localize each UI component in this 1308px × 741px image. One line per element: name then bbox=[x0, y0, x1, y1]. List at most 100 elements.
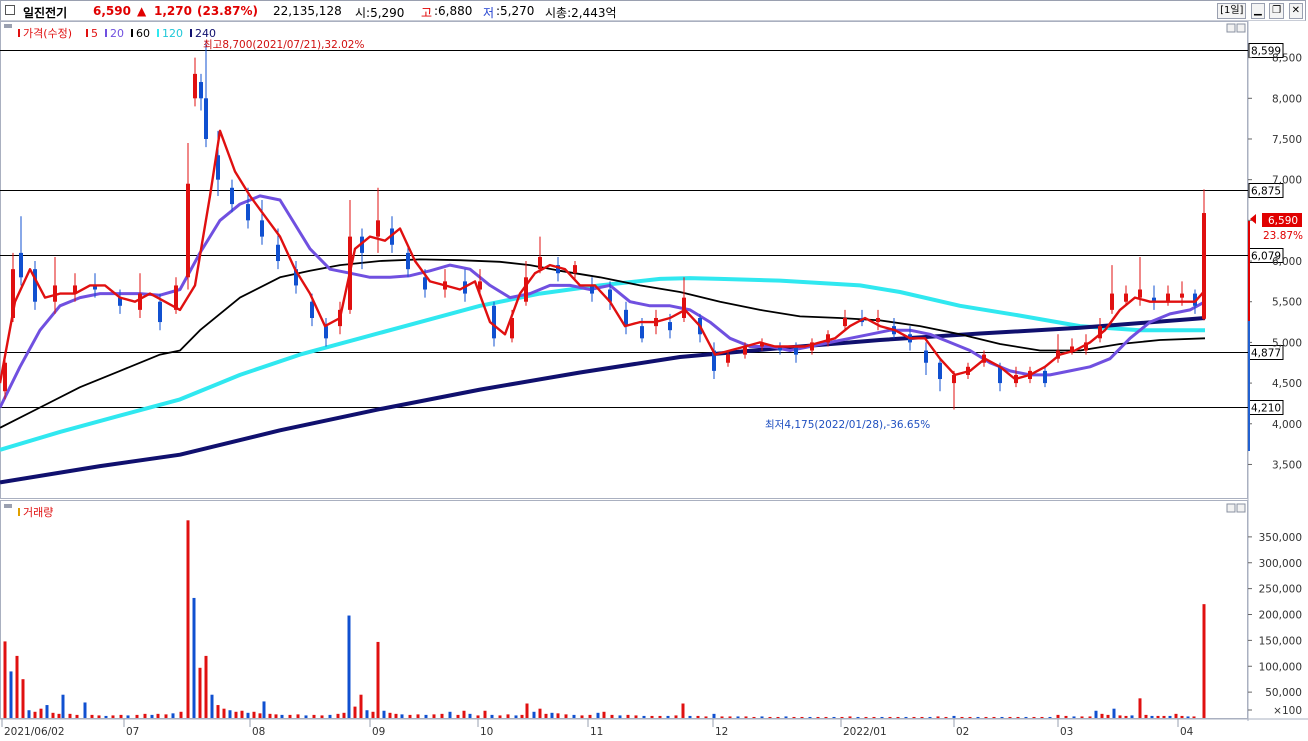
current-price: 6,590 bbox=[93, 4, 131, 18]
volume-tick-label: 150,000 bbox=[1259, 635, 1302, 647]
legend-price-label: 가격(수정) bbox=[23, 27, 72, 40]
volume-tick-label: ×100 bbox=[1273, 705, 1302, 717]
volume-bar bbox=[728, 716, 732, 718]
volume-bar bbox=[1040, 716, 1044, 718]
close-icon[interactable]: ✕ bbox=[1288, 3, 1303, 19]
candle-body bbox=[260, 220, 264, 237]
change-up-icon: ▲ bbox=[137, 4, 147, 18]
candle-body bbox=[1124, 293, 1128, 302]
date-label: 12 bbox=[715, 726, 728, 738]
volume-bar bbox=[462, 710, 466, 718]
price-tick-label: 5,000 bbox=[1272, 337, 1302, 349]
legend-ma-swatch bbox=[131, 29, 133, 37]
volume-bar bbox=[1032, 716, 1036, 718]
period-selector[interactable]: [1일] bbox=[1217, 3, 1247, 19]
volume-tick-label: 200,000 bbox=[1259, 610, 1302, 622]
price-tick-label: 7,000 bbox=[1272, 175, 1302, 187]
volume-bar bbox=[618, 715, 622, 718]
volume-bar bbox=[1048, 716, 1052, 718]
candle-body bbox=[376, 220, 380, 237]
volume-bar bbox=[1094, 710, 1098, 718]
price-tick-label: 3,500 bbox=[1272, 459, 1302, 471]
price-tick-label: 8,500 bbox=[1272, 53, 1302, 65]
price-tick-label: 8,000 bbox=[1272, 93, 1302, 105]
high-label: 고 bbox=[421, 6, 433, 20]
volume-bar bbox=[90, 714, 94, 718]
volume-bar bbox=[280, 714, 284, 718]
date-label: 04 bbox=[1180, 726, 1194, 738]
volume-bar bbox=[394, 713, 398, 718]
volume-bar bbox=[388, 712, 392, 718]
volume-bar bbox=[720, 716, 724, 718]
low-price: :5,270 bbox=[496, 4, 535, 18]
volume-panel-handle-icon[interactable] bbox=[4, 504, 12, 508]
volume-bar bbox=[424, 714, 428, 718]
candle-body bbox=[952, 374, 956, 384]
high-price: :6,880 bbox=[434, 4, 473, 18]
volume-bar bbox=[468, 713, 472, 718]
volume-bar bbox=[33, 711, 37, 718]
stock-chart[interactable]: 8,5996,8756,0794,8774,210 8,5008,0007,50… bbox=[0, 21, 1308, 741]
volume-bar bbox=[1130, 715, 1134, 718]
volume-bar bbox=[1000, 716, 1004, 718]
candle-body bbox=[1180, 293, 1184, 298]
volume-bar bbox=[400, 714, 404, 718]
volume-bar bbox=[75, 714, 79, 718]
volume-bar bbox=[1056, 714, 1060, 718]
volume-bar bbox=[490, 714, 494, 718]
candle-body bbox=[1202, 213, 1206, 319]
change-value: 1,270 bbox=[154, 4, 192, 18]
volume-bar bbox=[808, 716, 812, 718]
candle-body bbox=[138, 293, 142, 310]
volume-bar bbox=[222, 708, 226, 718]
volume-bar bbox=[1080, 716, 1084, 718]
volume-bar bbox=[97, 715, 101, 718]
volume-bar bbox=[596, 712, 600, 718]
level-label: 4,210 bbox=[1251, 403, 1281, 415]
price-tick-label: 4,000 bbox=[1272, 419, 1302, 431]
volume-bar bbox=[696, 715, 700, 718]
volume-bar bbox=[514, 715, 518, 718]
header-checkbox[interactable] bbox=[5, 5, 15, 15]
volume-bar bbox=[752, 716, 756, 718]
volume-bar bbox=[1112, 708, 1116, 718]
volume-bar bbox=[57, 713, 61, 718]
volume-bar bbox=[1088, 716, 1092, 718]
volume-bar bbox=[1174, 713, 1178, 718]
volume-bar bbox=[848, 716, 852, 718]
restore-icon[interactable]: ❐ bbox=[1269, 3, 1285, 19]
volume-bar bbox=[328, 714, 332, 718]
volume-bar bbox=[258, 713, 262, 718]
volume-bar bbox=[312, 714, 316, 718]
volume-bar bbox=[872, 716, 876, 718]
high-annotation: 최고8,700(2021/07/21),32.02% bbox=[203, 39, 364, 51]
volume-bar bbox=[416, 714, 420, 718]
candle-body bbox=[19, 252, 23, 278]
volume-bar bbox=[1144, 714, 1148, 718]
volume-bar bbox=[832, 716, 836, 718]
volume-bar bbox=[960, 716, 964, 718]
candle-body bbox=[590, 285, 594, 294]
price-tick-label: 5,500 bbox=[1272, 297, 1302, 309]
low-annotation: 최저4,175(2022/01/28),-36.65% bbox=[765, 419, 930, 431]
volume-bar bbox=[784, 716, 788, 718]
volume-bar bbox=[432, 714, 436, 718]
volume-bar bbox=[610, 714, 614, 718]
volume-bar bbox=[928, 716, 932, 718]
volume-bar bbox=[376, 641, 380, 718]
volume-bar bbox=[483, 710, 487, 718]
stock-name[interactable]: 일진전기 bbox=[23, 4, 67, 21]
volume-bar bbox=[792, 716, 796, 718]
price-panel-handle-icon[interactable] bbox=[4, 24, 12, 28]
date-label: 07 bbox=[126, 726, 139, 738]
minimize-icon[interactable]: ▁ bbox=[1250, 3, 1265, 19]
volume-bar bbox=[912, 716, 916, 718]
volume-bar bbox=[1138, 698, 1142, 718]
volume-bar bbox=[498, 715, 502, 718]
volume-bar bbox=[156, 713, 160, 718]
volume-tick-label: 250,000 bbox=[1259, 584, 1302, 596]
candle-body bbox=[843, 317, 847, 327]
volume-bar bbox=[408, 714, 412, 718]
legend-ma-swatch bbox=[86, 29, 88, 37]
current-price-label: 6,590 bbox=[1268, 215, 1298, 227]
